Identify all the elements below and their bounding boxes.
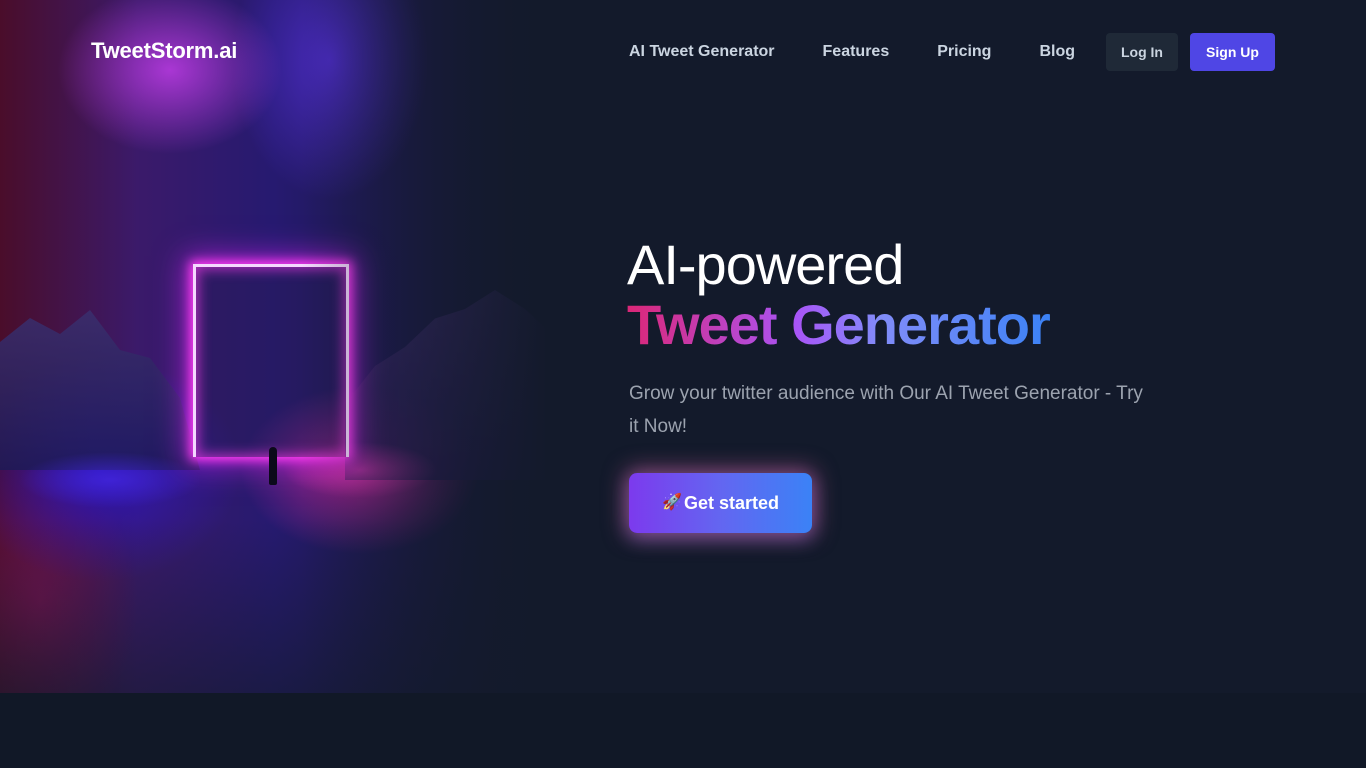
nav-link-ai-tweet-generator[interactable]: AI Tweet Generator [629,43,775,61]
brand-logo[interactable]: TweetStorm.ai [91,38,237,64]
nav-link-blog[interactable]: Blog [1039,43,1075,61]
hero-subtitle: Grow your twitter audience with Our AI T… [629,383,1143,437]
login-button[interactable]: Log In [1106,33,1178,71]
neon-portal-illustration [0,0,548,693]
hero-headline-line1: AI-powered [627,233,904,296]
nav-link-pricing[interactable]: Pricing [937,43,991,61]
page-footer-band [0,693,1366,768]
main-nav: AI Tweet Generator Features Pricing Blog [629,33,1123,71]
nav-link-features[interactable]: Features [823,43,890,61]
silhouette-figure [269,447,277,485]
rocket-icon: 🚀 [662,494,682,511]
get-started-label: Get started [683,492,779,513]
mist [0,420,548,540]
left-rock [0,310,200,470]
get-started-button[interactable]: 🚀 Get started [629,473,812,533]
neon-portal-frame [193,264,349,457]
hero-headline-line2: Tweet Generator [627,293,1051,356]
signup-button[interactable]: Sign Up [1190,33,1275,71]
hero-section: TweetStorm.ai AI Tweet Generator Feature… [0,0,1366,693]
right-rock [345,290,545,480]
